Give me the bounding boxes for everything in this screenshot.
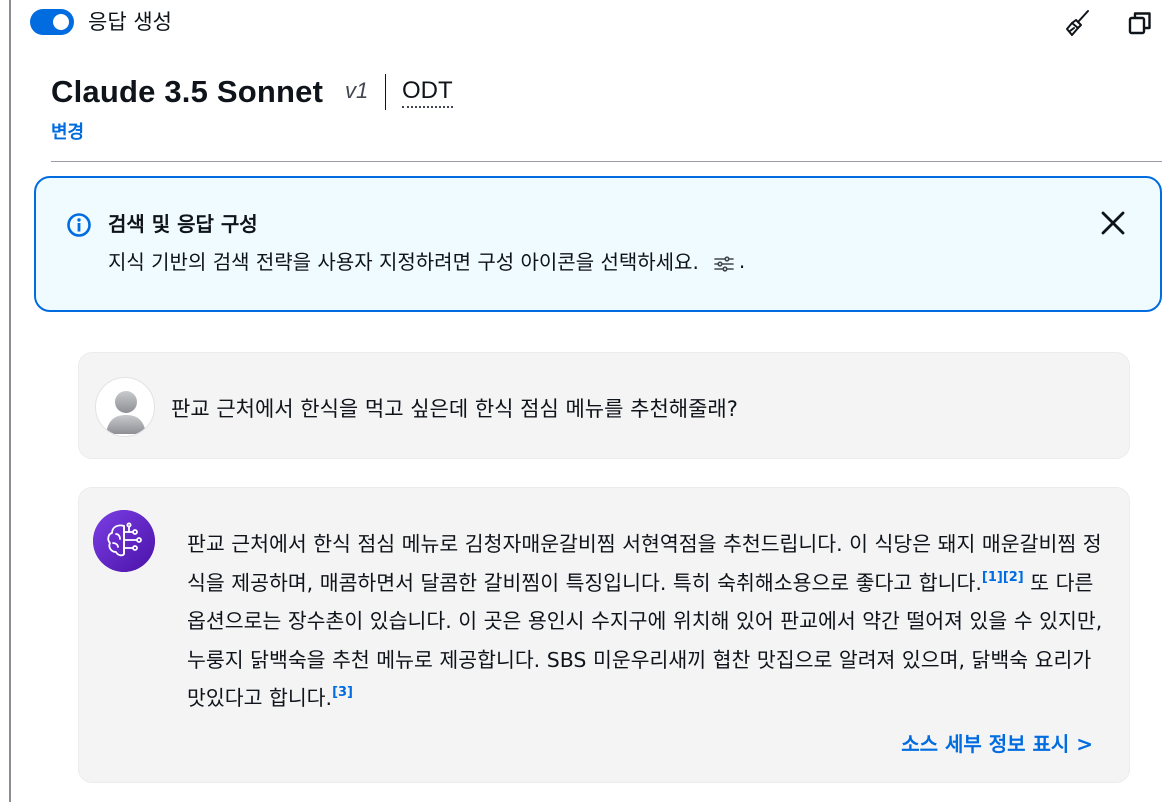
change-model-link[interactable]: 변경	[51, 118, 84, 144]
citation-1[interactable]: [1]	[982, 570, 1003, 585]
copy-icon	[1128, 12, 1151, 35]
model-version: v1	[345, 78, 369, 103]
info-alert: 검색 및 응답 구성 지식 기반의 검색 전략을 사용자 지정하려면 구성 아이…	[34, 176, 1162, 312]
alert-title: 검색 및 응답 구성	[108, 212, 258, 236]
model-separator	[385, 74, 386, 110]
citation-2[interactable]: [2]	[1003, 570, 1024, 585]
bot-text-part1: 판교 근처에서 한식 점심 메뉴로 김청자매운갈비찜 서현역점을 추천드립니다.…	[187, 532, 1102, 595]
alert-body-end: .	[738, 248, 746, 273]
alert-body-text: 지식 기반의 검색 전략을 사용자 지정하려면 구성 아이콘을 선택하세요.	[108, 250, 699, 274]
ai-brain-icon	[93, 510, 155, 572]
model-name: Claude 3.5 Sonnet	[51, 74, 324, 109]
generate-response-toggle[interactable]	[30, 9, 74, 35]
left-border	[9, 0, 11, 802]
bot-message-text: 판교 근처에서 한식 점심 메뉴로 김청자매운갈비찜 서현역점을 추천드립니다.…	[187, 525, 1107, 718]
toggle-label: 응답 생성	[88, 10, 172, 34]
header-divider	[51, 161, 1162, 162]
model-mode[interactable]: ODT	[402, 76, 453, 108]
user-avatar-icon	[106, 391, 146, 434]
info-icon	[67, 213, 91, 237]
bot-avatar	[93, 510, 155, 572]
clear-chat-button[interactable]	[1062, 8, 1092, 38]
user-message-text: 판교 근처에서 한식을 먹고 싶은데 한식 점심 메뉴를 추천해줄래?	[171, 397, 738, 421]
close-icon[interactable]	[1098, 208, 1128, 238]
user-message-bubble: 판교 근처에서 한식을 먹고 싶은데 한식 점심 메뉴를 추천해줄래?	[78, 352, 1130, 459]
show-source-details-link[interactable]: 소스 세부 정보 표시 >	[901, 728, 1093, 757]
alert-body: 지식 기반의 검색 전략을 사용자 지정하려면 구성 아이콘을 선택하세요. .	[108, 246, 745, 275]
copy-button[interactable]	[1125, 8, 1155, 38]
settings-sliders-icon	[714, 255, 734, 272]
user-avatar	[95, 377, 155, 437]
toggle-knob	[53, 14, 69, 30]
broom-icon	[1066, 10, 1089, 36]
bot-message-bubble: 판교 근처에서 한식 점심 메뉴로 김청자매운갈비찜 서현역점을 추천드립니다.…	[78, 487, 1130, 783]
citation-3[interactable]: [3]	[332, 685, 353, 700]
